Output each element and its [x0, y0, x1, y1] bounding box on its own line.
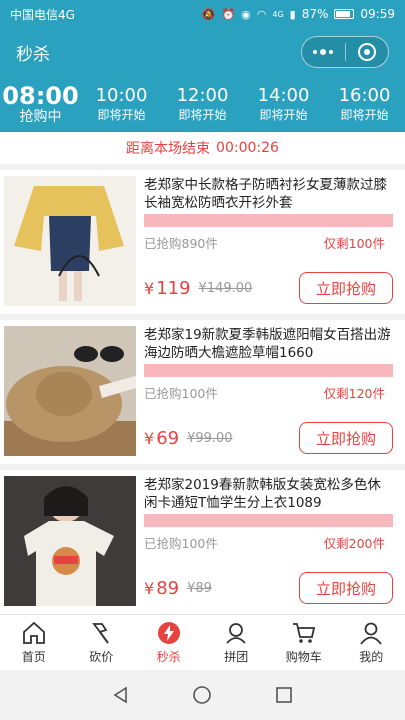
remaining-count: 仅剩120件	[323, 386, 385, 401]
original-price: ¥99.00	[187, 430, 233, 446]
time-tab-time: 16:00	[338, 85, 391, 106]
axe-icon	[92, 623, 110, 644]
time-tab-1200[interactable]: 12:00 即将开始	[162, 76, 243, 132]
tab-label: 秒杀	[156, 650, 181, 664]
product-title: 老郑家19新款夏季韩版遮阳帽女百搭出游海边防晒大檐遮脸草帽1660	[144, 327, 391, 361]
price-value: 69	[156, 427, 180, 449]
sale-progress-bar	[144, 364, 393, 377]
alarm-icon: ⏰	[221, 7, 236, 21]
remaining-count: 仅剩200件	[323, 536, 385, 551]
time-tab-status: 即将开始	[97, 108, 146, 122]
target-icon	[357, 43, 376, 61]
flash-icon	[157, 622, 180, 644]
mute-icon: 🔕	[201, 7, 216, 21]
time-tab-time: 14:00	[257, 85, 310, 106]
wifi-icon: ◠	[256, 7, 267, 21]
tab-label: 拼团	[224, 650, 249, 664]
price-value: 89	[156, 577, 180, 599]
user-icon	[360, 622, 382, 645]
countdown-label: 距离本场结束	[126, 141, 211, 157]
sale-price: ¥89	[144, 578, 179, 599]
tab-group-buy[interactable]: 拼团	[203, 615, 271, 670]
status-bar: 中国电信4G 🔕 ⏰ ◉ ◠ 4G ▮ 87% 09:59	[0, 0, 405, 28]
sold-count: 已抢购890件	[144, 236, 218, 251]
time-tab-0800[interactable]: 08:00 抢购中	[0, 76, 81, 132]
time-tab-1000[interactable]: 10:00 即将开始	[81, 76, 162, 132]
tab-flash-sale[interactable]: 秒杀	[135, 615, 203, 670]
recents-icon[interactable]	[274, 685, 294, 705]
currency-symbol: ¥	[144, 428, 155, 448]
battery-icon	[334, 9, 355, 19]
tab-home[interactable]: 首页	[0, 615, 68, 670]
product-title: 老郑家2019春新款韩版女装宽松多色休闲卡通短T恤学生分上衣1089	[144, 477, 381, 511]
countdown-banner: 距离本场结束 00:00:26	[0, 132, 405, 170]
time-tab-1600[interactable]: 16:00 即将开始	[324, 76, 405, 132]
time-tab-time: 08:00	[2, 82, 79, 110]
time-tab-1400[interactable]: 14:00 即将开始	[243, 76, 324, 132]
miniprogram-capsule	[301, 36, 389, 68]
product-photo-tshirt	[4, 476, 136, 606]
more-icon	[313, 49, 334, 55]
currency-symbol: ¥	[144, 278, 155, 298]
sale-progress-bar	[144, 214, 393, 227]
page-title: 秒杀	[16, 44, 50, 65]
bottom-tab-bar: 首页 砍价 秒杀 拼团 购物车 我的	[0, 614, 405, 670]
time-tab-status: 即将开始	[259, 108, 308, 122]
product-image[interactable]	[4, 476, 136, 606]
home-icon	[22, 621, 45, 644]
tab-label: 我的	[359, 650, 384, 664]
product-card[interactable]: 老郑家19新款夏季韩版遮阳帽女百搭出游海边防晒大檐遮脸草帽1660 已抢购100…	[0, 320, 405, 464]
sold-count: 已抢购100件	[144, 386, 218, 401]
sold-count: 已抢购100件	[144, 536, 218, 551]
time-tabs: 08:00 抢购中 10:00 即将开始 12:00 即将开始 14:00 即将…	[0, 76, 405, 132]
cart-icon	[292, 623, 315, 643]
buy-now-button[interactable]: 立即抢购	[299, 572, 393, 604]
product-card[interactable]: 老郑家中长款格子防晒衬衫女夏薄款过膝长袖宽松防晒衣开衫外套 已抢购890件 仅剩…	[0, 170, 405, 314]
product-image[interactable]	[4, 326, 136, 456]
system-nav-bar	[0, 670, 405, 720]
product-title: 老郑家中长款格子防晒衬衫女夏薄款过膝长袖宽松防晒衣开衫外套	[144, 177, 387, 211]
network-type: 4G	[272, 9, 284, 19]
buy-now-button[interactable]: 立即抢购	[299, 422, 393, 454]
original-price: ¥89	[187, 580, 212, 596]
time-tab-status: 抢购中	[19, 109, 62, 125]
tab-label: 购物车	[285, 650, 322, 664]
currency-symbol: ¥	[144, 578, 155, 598]
carrier-name: 中国电信4G	[10, 7, 75, 22]
group-icon	[226, 623, 246, 644]
time-tab-status: 即将开始	[178, 108, 227, 122]
time-tab-status: 即将开始	[340, 108, 389, 122]
product-photo-hat	[4, 326, 136, 456]
time-tab-time: 12:00	[176, 85, 229, 106]
eye-icon: ◉	[241, 7, 251, 21]
time-tab-time: 10:00	[95, 85, 148, 106]
tab-cart[interactable]: 购物车	[270, 615, 338, 670]
close-miniprogram-button[interactable]	[346, 37, 389, 67]
sale-price: ¥69	[144, 428, 179, 449]
sale-progress-bar	[144, 514, 393, 527]
sale-price: ¥119	[144, 278, 191, 299]
home-circle-icon[interactable]	[192, 685, 212, 705]
battery-percent: 87%	[301, 7, 329, 21]
product-card[interactable]: 老郑家2019春新款韩版女装宽松多色休闲卡通短T恤学生分上衣1089 已抢购10…	[0, 470, 405, 614]
original-price: ¥149.00	[198, 280, 253, 296]
product-photo-shirt	[4, 176, 136, 306]
tab-label: 砍价	[89, 650, 114, 664]
countdown-time: 00:00:26	[216, 140, 279, 156]
buy-now-button[interactable]: 立即抢购	[299, 272, 393, 304]
product-image[interactable]	[4, 176, 136, 306]
price-value: 119	[156, 277, 191, 299]
remaining-count: 仅剩100件	[323, 236, 385, 251]
back-icon[interactable]	[111, 685, 131, 705]
more-button[interactable]	[302, 37, 345, 67]
tab-label: 首页	[21, 650, 46, 664]
nav-bar: 秒杀	[0, 28, 405, 76]
clock: 09:59	[360, 7, 395, 21]
tab-bargain[interactable]: 砍价	[68, 615, 136, 670]
product-list: 老郑家中长款格子防晒衬衫女夏薄款过膝长袖宽松防晒衣开衫外套 已抢购890件 仅剩…	[0, 170, 405, 620]
tab-profile[interactable]: 我的	[338, 615, 405, 670]
signal-icon: ▮	[289, 7, 296, 21]
